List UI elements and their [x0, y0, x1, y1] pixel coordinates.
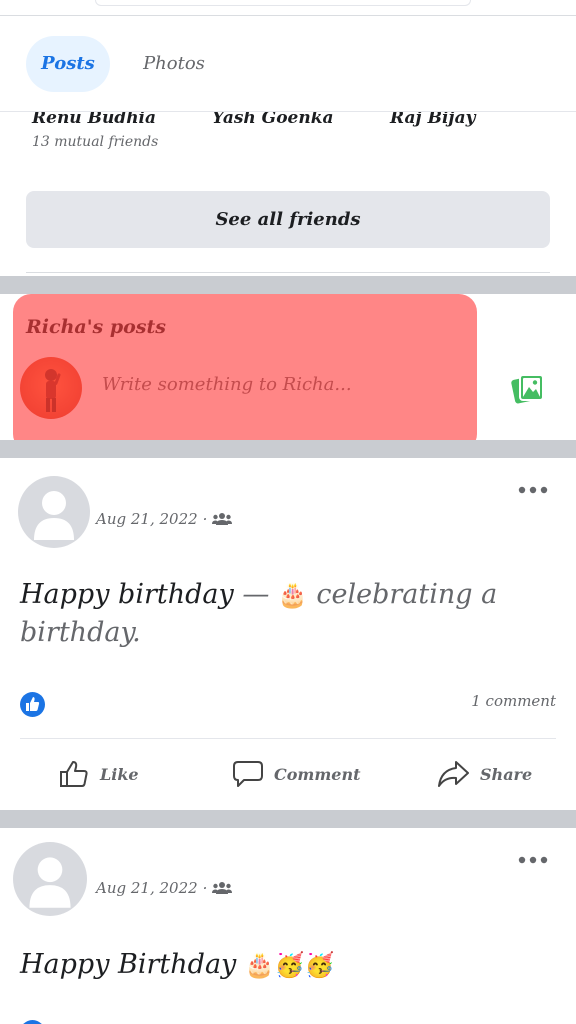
friend-name[interactable]: Raj Bijay — [390, 112, 475, 128]
section-separator — [0, 276, 576, 294]
divider — [20, 738, 556, 739]
friends-section: Renu Budhia Yash Goenka Raj Bijay 13 mut… — [0, 112, 576, 276]
thumbs-up-icon — [60, 761, 88, 787]
birthday-emojis: 🎂🥳🥳 — [244, 951, 335, 979]
mutual-friends-count: 13 mutual friends — [32, 134, 159, 150]
photo-icon[interactable] — [511, 372, 545, 404]
like-label: Like — [100, 764, 139, 784]
post-text-dash: — — [233, 579, 278, 610]
friend-name[interactable]: Yash Goenka — [212, 112, 334, 128]
avatar[interactable] — [20, 357, 82, 419]
top-bar — [0, 0, 576, 16]
friend-name[interactable]: Renu Budhia — [32, 112, 156, 128]
more-options-icon[interactable] — [518, 486, 548, 494]
search-field-stub[interactable] — [95, 0, 471, 6]
post-text-main: Happy Birthday — [20, 949, 237, 980]
comment-label: Comment — [274, 764, 361, 784]
comment-count[interactable]: 1 comment — [471, 692, 556, 710]
post-text: Happy Birthday 🎂🥳🥳 — [20, 946, 550, 984]
divider — [26, 272, 550, 273]
avatar-figure-icon — [45, 369, 61, 412]
profile-tabs: Posts Photos — [0, 16, 576, 112]
tab-photos[interactable]: Photos — [132, 36, 216, 92]
composer-title: Richa's posts — [26, 316, 166, 338]
avatar[interactable] — [13, 842, 87, 916]
comment-icon — [233, 761, 263, 787]
friends-icon — [212, 882, 233, 894]
share-icon — [438, 761, 469, 787]
post-composer: Richa's posts Write something to Richa..… — [0, 294, 576, 440]
default-avatar-icon — [29, 857, 71, 908]
share-label: Share — [480, 764, 533, 784]
meta-dot: · — [202, 879, 208, 897]
post-meta: Aug 21, 2022 · — [96, 879, 233, 897]
friends-icon — [212, 513, 233, 525]
section-separator — [0, 440, 576, 458]
like-icon[interactable] — [20, 692, 45, 717]
composer-input[interactable]: Write something to Richa... — [102, 374, 352, 395]
see-all-friends-button[interactable]: See all friends — [26, 191, 550, 248]
post-date[interactable]: Aug 21, 2022 — [96, 879, 198, 897]
default-avatar-icon — [34, 491, 74, 540]
birthday-cake-emoji: 🎂 — [277, 581, 308, 609]
comment-button[interactable]: Comment — [232, 754, 360, 794]
more-options-icon[interactable] — [518, 856, 548, 864]
post-date[interactable]: Aug 21, 2022 — [96, 510, 198, 528]
section-separator — [0, 810, 576, 828]
meta-dot: · — [202, 510, 208, 528]
post-card: Aug 21, 2022 · Happy birthday — 🎂 celebr… — [0, 458, 576, 810]
avatar[interactable] — [18, 476, 90, 548]
post-text-main: Happy birthday — [20, 579, 234, 610]
post-meta: Aug 21, 2022 · — [96, 510, 233, 528]
like-icon[interactable] — [20, 1020, 45, 1024]
post-text: Happy birthday — 🎂 celebrating a birthda… — [20, 576, 550, 652]
share-button[interactable]: Share — [436, 754, 532, 794]
like-button[interactable]: Like — [58, 754, 139, 794]
post-card: Aug 21, 2022 · Happy Birthday 🎂🥳🥳 — [0, 828, 576, 1024]
tab-posts[interactable]: Posts — [26, 36, 110, 92]
